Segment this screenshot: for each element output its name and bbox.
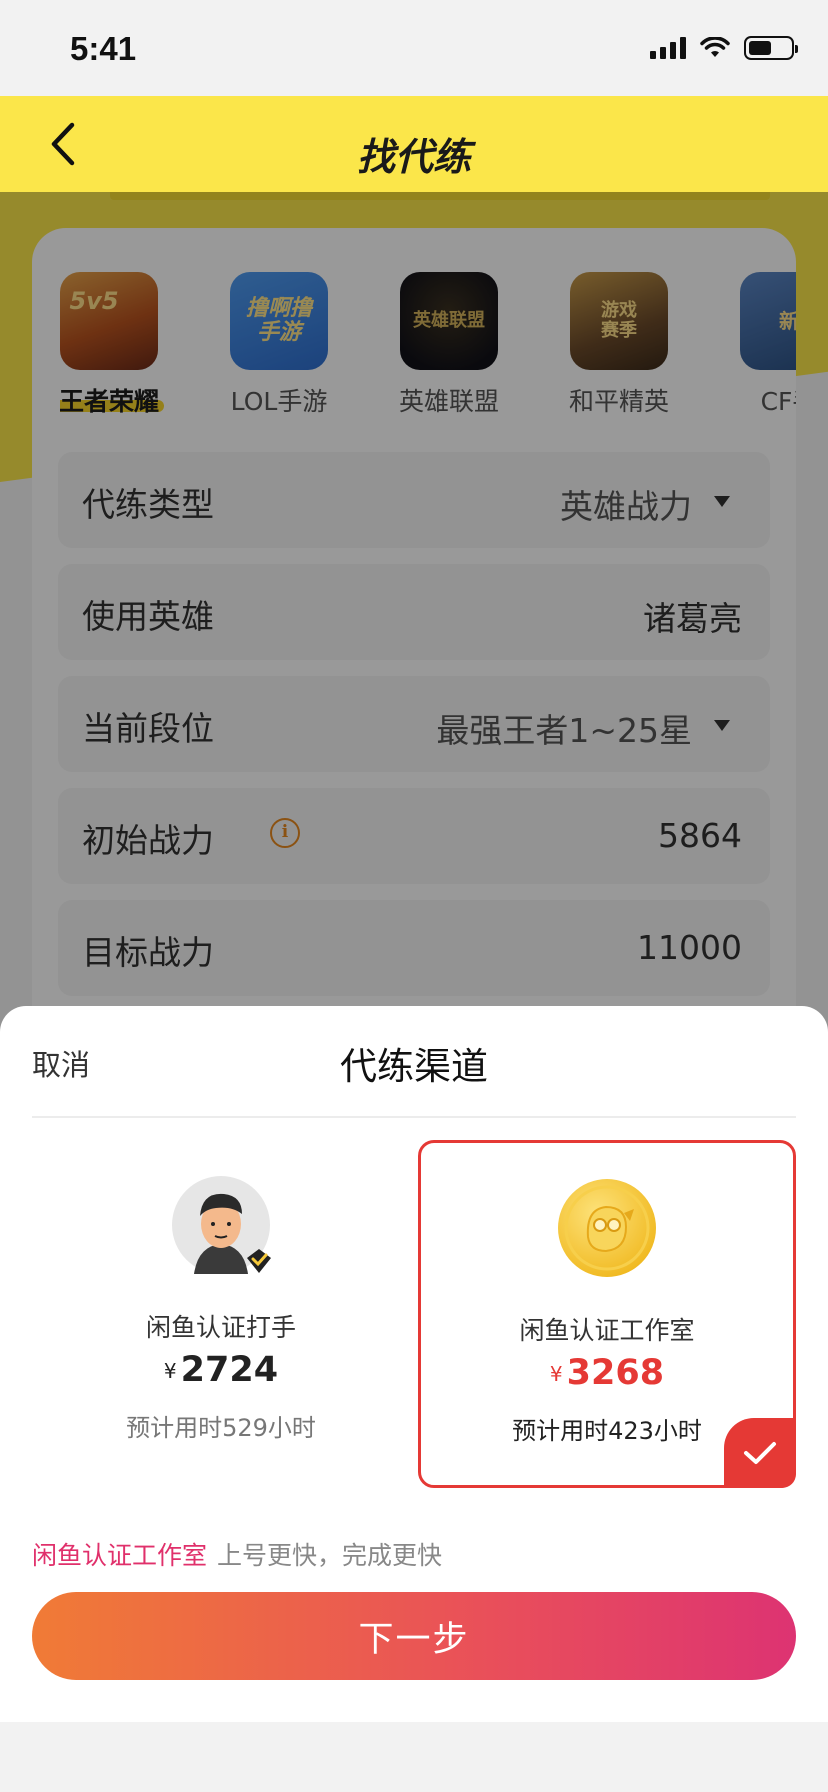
option-certified-studio[interactable]: 闲鱼认证工作室 ¥3268 预计用时423小时 (418, 1140, 796, 1488)
option-price: ¥3268 (421, 1353, 793, 1393)
status-bar: 5:41 (0, 0, 828, 96)
verified-badge-icon (247, 1249, 271, 1273)
battery-icon (744, 36, 798, 60)
option-price: ¥2724 (32, 1350, 410, 1390)
promo-highlight: 闲鱼认证工作室 (32, 1541, 208, 1570)
divider (32, 1116, 796, 1118)
game-label: 王者荣耀 (60, 387, 160, 416)
wifi-icon (700, 37, 730, 57)
option-certified-player[interactable]: 闲鱼认证打手 ¥2724 预计用时529小时 (32, 1140, 410, 1488)
option-hours: 预计用时529小时 (126, 1414, 316, 1442)
currency-symbol: ¥ (549, 1362, 563, 1386)
price-amount: 3268 (566, 1353, 665, 1393)
option-name: 闲鱼认证打手 (145, 1313, 296, 1342)
studio-avatar-icon (558, 1179, 656, 1277)
page-title: 找代练 (356, 135, 471, 179)
home-indicator-area (0, 1722, 828, 1792)
promo-text: 上号更快，完成更快 (217, 1541, 443, 1570)
player-avatar-icon (172, 1176, 271, 1274)
status-icons (650, 36, 798, 60)
status-time: 5:41 (70, 30, 137, 67)
checkmark-icon (744, 1442, 776, 1464)
channel-bottom-sheet: 取消 代练渠道 闲鱼认证打手 ¥2724 预计用时529小时 闲鱼认证工作室 ¥… (0, 1006, 828, 1722)
next-step-button[interactable]: 下一步 (32, 1592, 796, 1680)
option-name: 闲鱼认证工作室 (519, 1316, 695, 1345)
currency-symbol: ¥ (163, 1359, 177, 1383)
selected-check-badge (724, 1418, 796, 1488)
nav-bar: 找代练 (0, 96, 828, 192)
promo-line: 闲鱼认证工作室 上号更快，完成更快 (32, 1536, 442, 1572)
sheet-title: 代练渠道 (340, 1045, 488, 1088)
signal-icon (650, 37, 686, 59)
price-amount: 2724 (180, 1350, 279, 1390)
